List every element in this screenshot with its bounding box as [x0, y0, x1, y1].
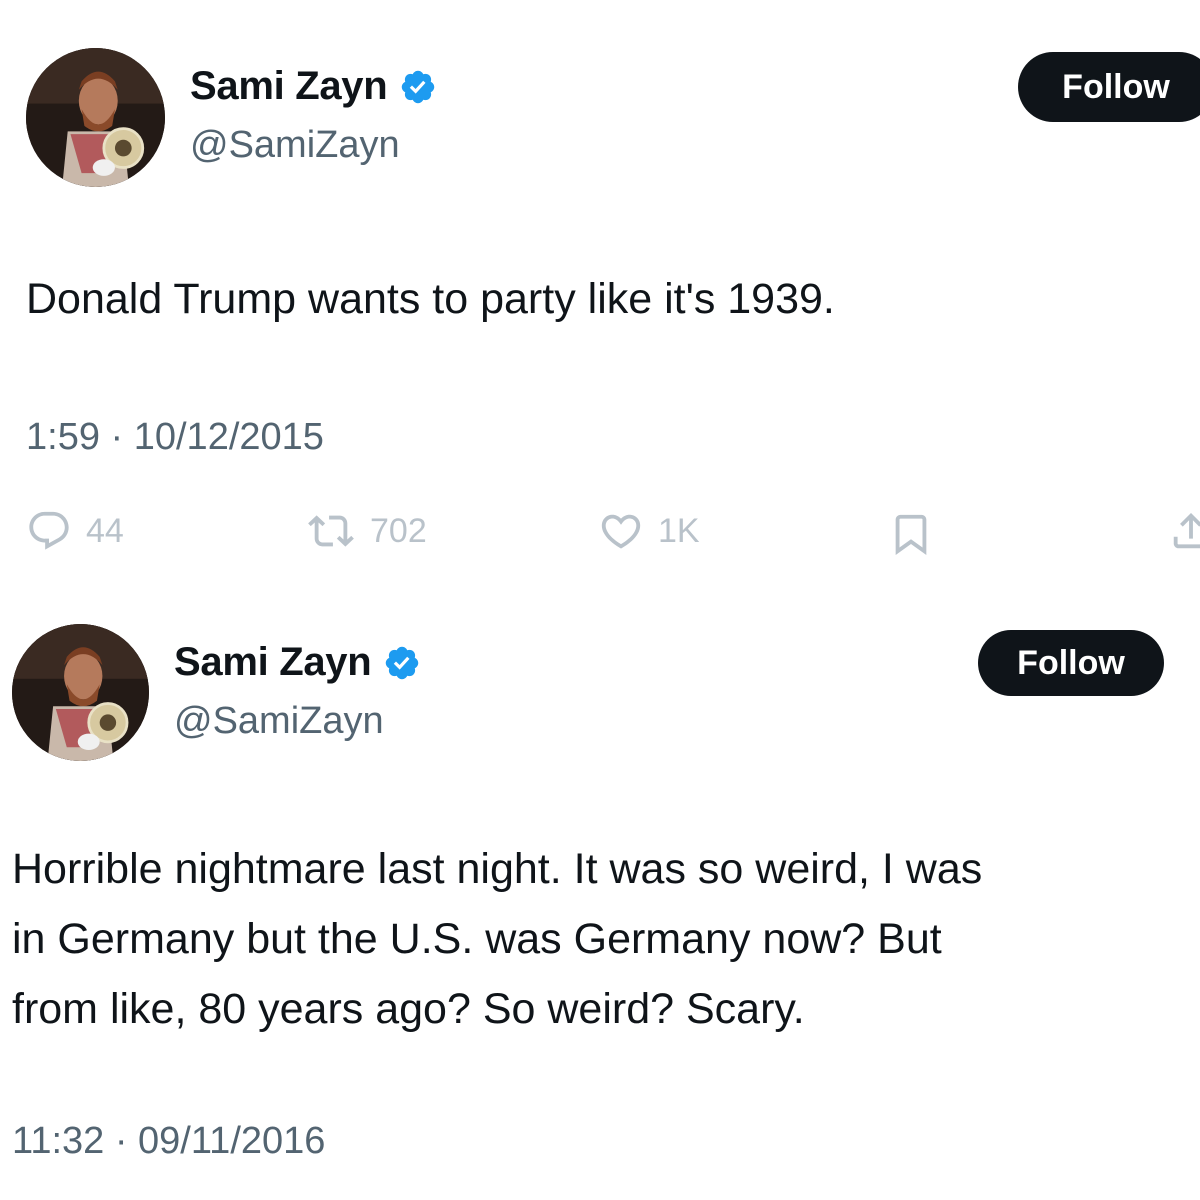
follow-button[interactable]: Follow	[978, 630, 1164, 696]
share-icon	[1173, 512, 1200, 549]
bookmark-action[interactable]	[888, 508, 934, 560]
timestamp[interactable]: 11:32 · 09/11/2016	[12, 1120, 325, 1163]
timestamp[interactable]: 1:59 · 10/12/2015	[26, 416, 324, 459]
name-row: Sami Zayn	[190, 64, 437, 109]
action-bar: 44 702 1K	[26, 508, 1200, 568]
follow-button[interactable]: Follow	[1018, 52, 1200, 122]
name-row: Sami Zayn	[174, 640, 421, 685]
tweet-2: Sami Zayn @SamiZayn Follow Horrible nigh…	[0, 600, 1200, 1200]
profile-photo	[12, 624, 149, 761]
tweet-1: Sami Zayn @SamiZayn Follow Donald Trump …	[0, 0, 1200, 600]
reply-count: 44	[86, 511, 124, 550]
reply-action[interactable]: 44	[26, 508, 124, 554]
avatar[interactable]	[26, 48, 165, 187]
display-name[interactable]: Sami Zayn	[174, 640, 372, 685]
profile-photo	[26, 48, 165, 187]
retweet-icon	[308, 515, 354, 547]
tweet-text: Horrible nightmare last night. It was so…	[12, 834, 982, 1044]
heart-icon	[601, 514, 641, 549]
tweet-text-line: Donald Trump wants to party like it's 19…	[26, 275, 835, 323]
verified-badge-icon	[386, 646, 419, 679]
tweet-text-line: Horrible nightmare last night. It was so…	[12, 845, 983, 893]
handle[interactable]: @SamiZayn	[190, 124, 400, 167]
bookmark-icon	[895, 514, 927, 555]
reply-icon	[29, 511, 69, 550]
tweet-text-line: from like, 80 years ago? So weird? Scary…	[12, 985, 805, 1033]
retweet-count: 702	[370, 511, 427, 550]
like-count: 1K	[658, 511, 700, 550]
retweet-action[interactable]: 702	[306, 508, 427, 554]
handle[interactable]: @SamiZayn	[174, 700, 384, 743]
display-name[interactable]: Sami Zayn	[190, 64, 388, 109]
tweet-text: Donald Trump wants to party like it's 19…	[26, 264, 835, 334]
avatar[interactable]	[12, 624, 149, 761]
like-action[interactable]: 1K	[598, 508, 700, 554]
tweet-text-line: in Germany but the U.S. was Germany now?…	[12, 915, 942, 963]
verified-badge-icon	[402, 70, 435, 103]
share-action[interactable]	[1168, 508, 1200, 554]
